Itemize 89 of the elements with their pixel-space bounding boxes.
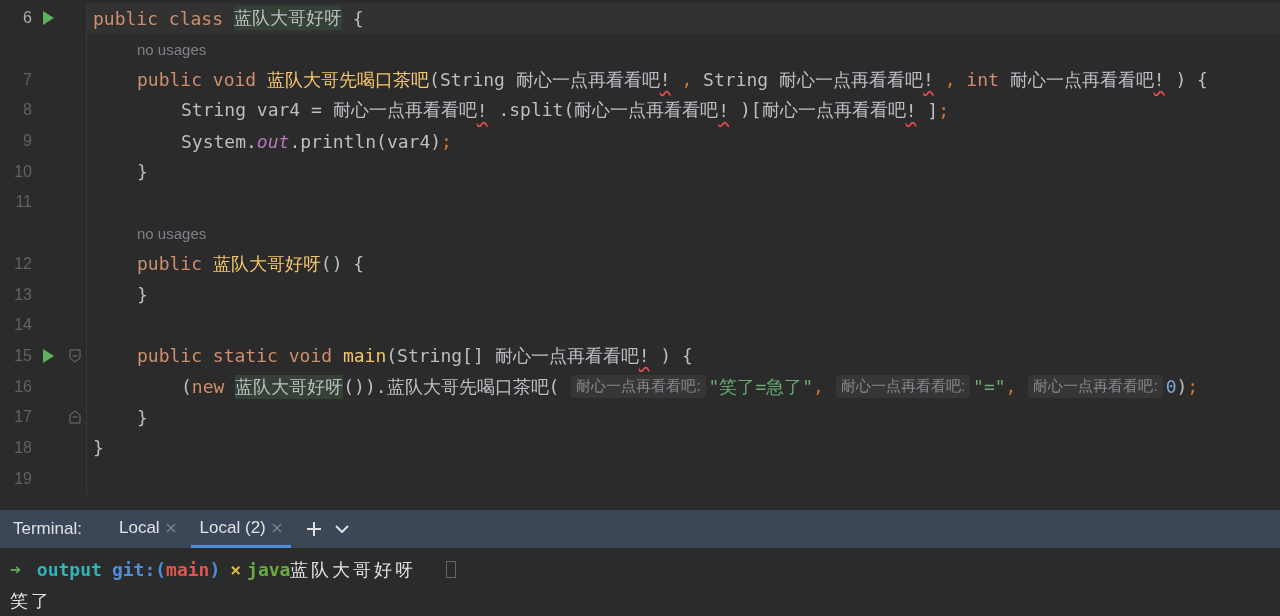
line-number: 14 <box>13 316 32 335</box>
method-name: 蓝队大哥好呀 <box>212 251 321 276</box>
code-text: .println(var4) <box>289 130 442 152</box>
usage-hint[interactable]: no usages <box>137 40 207 58</box>
code-text: 耐心一点再看看吧 <box>1009 67 1154 92</box>
string-literal: "笑了=急了" <box>708 374 814 399</box>
keyword: int <box>965 69 1000 91</box>
dirty-mark: × <box>230 559 242 580</box>
usage-hint[interactable]: no usages <box>137 224 207 242</box>
fold-icon[interactable] <box>69 410 81 425</box>
error-mark: ! <box>718 99 730 121</box>
class-name: 蓝队大哥好呀 <box>235 374 344 399</box>
error-mark: ! <box>638 345 650 367</box>
close-icon[interactable] <box>165 522 176 533</box>
code-text: (String 耐心一点再看看吧 <box>429 67 660 92</box>
line-number: 6 <box>22 9 32 28</box>
code-text: } <box>137 161 148 183</box>
error-mark: ! <box>905 99 917 121</box>
terminal-tab[interactable]: Local (2) <box>190 510 291 548</box>
code-text: ()).蓝队大哥先喝口茶吧( <box>343 374 560 399</box>
punctuation: ; <box>1187 376 1199 398</box>
parameter-hint: 耐心一点再看看吧: <box>835 375 971 399</box>
keyword: public <box>137 253 204 275</box>
parameter-hint: 耐心一点再看看吧: <box>571 375 706 399</box>
panel-title: Terminal: <box>13 518 82 540</box>
keyword: public class <box>93 7 225 29</box>
error-mark: ! <box>659 69 671 91</box>
number-literal: 0 <box>1165 376 1177 398</box>
keyword: public void <box>137 69 258 91</box>
line-number: 7 <box>22 70 32 89</box>
command-text: java <box>247 559 291 580</box>
git-label: ) <box>209 559 221 580</box>
code-text: () { <box>320 253 365 275</box>
prompt-arrow: ➜ <box>10 559 21 580</box>
line-number: 18 <box>13 438 32 457</box>
code-text: } <box>137 284 148 306</box>
terminal-tab[interactable]: Local <box>109 510 185 548</box>
code-text: )[耐心一点再看看吧 <box>738 98 906 123</box>
code-text: ) { <box>1174 69 1208 91</box>
git-label: git:( <box>111 559 167 580</box>
method-name: 蓝队大哥先喝口茶吧 <box>267 67 430 92</box>
code-text: ) { <box>659 345 693 367</box>
code-text: ( <box>181 376 192 398</box>
line-number: 11 <box>14 193 32 212</box>
code-text: (String[] 耐心一点再看看吧 <box>386 343 639 368</box>
directory-name: output <box>36 559 102 580</box>
line-number: 16 <box>13 377 32 396</box>
code-text: { <box>351 7 364 29</box>
method-name: main <box>342 345 387 367</box>
string-literal: "=" <box>973 376 1006 398</box>
line-number: 12 <box>13 254 32 273</box>
line-number: 13 <box>13 285 32 304</box>
code-text: String var4 = 耐心一点再看看吧 <box>181 98 477 123</box>
punctuation: , <box>1005 376 1017 398</box>
punctuation: , <box>813 376 824 398</box>
fold-icon[interactable] <box>69 348 81 363</box>
branch-name: main <box>166 559 210 580</box>
error-mark: ! <box>476 99 488 121</box>
field-name: out <box>256 130 290 152</box>
code-text: System. <box>181 130 257 152</box>
line-number: 15 <box>13 346 32 365</box>
line-number: 8 <box>22 101 32 120</box>
code-text: String 耐心一点再看看吧 <box>702 67 923 92</box>
add-icon[interactable] <box>306 522 321 536</box>
line-number: 19 <box>13 469 32 488</box>
error-mark: ! <box>1153 69 1165 91</box>
punctuation: , <box>680 69 693 91</box>
punctuation: , <box>943 69 956 91</box>
code-text: ) <box>1176 376 1188 398</box>
class-name: 蓝队大哥好呀 <box>233 6 342 31</box>
close-icon[interactable] <box>271 522 282 533</box>
keyword: public static void <box>137 345 334 367</box>
code-text: } <box>137 406 148 428</box>
line-number: 17 <box>13 408 32 427</box>
line-number: 10 <box>13 162 32 181</box>
terminal-text: 蓝队大哥好呀 <box>290 557 417 582</box>
keyword: new <box>191 376 226 398</box>
parameter-hint: 耐心一点再看看吧: <box>1028 375 1163 399</box>
code-text: .split(耐心一点再看看吧 <box>497 98 719 123</box>
terminal-text: 笑了 <box>10 588 52 613</box>
punctuation: ; <box>441 130 452 152</box>
code-text: } <box>93 437 104 459</box>
punctuation: ; <box>938 99 949 121</box>
chevron-down-icon[interactable] <box>334 525 349 533</box>
code-text: ] <box>926 99 939 121</box>
run-icon[interactable] <box>42 348 54 363</box>
run-icon[interactable] <box>42 11 54 26</box>
error-mark: ! <box>923 69 934 91</box>
line-number: 9 <box>22 132 32 151</box>
